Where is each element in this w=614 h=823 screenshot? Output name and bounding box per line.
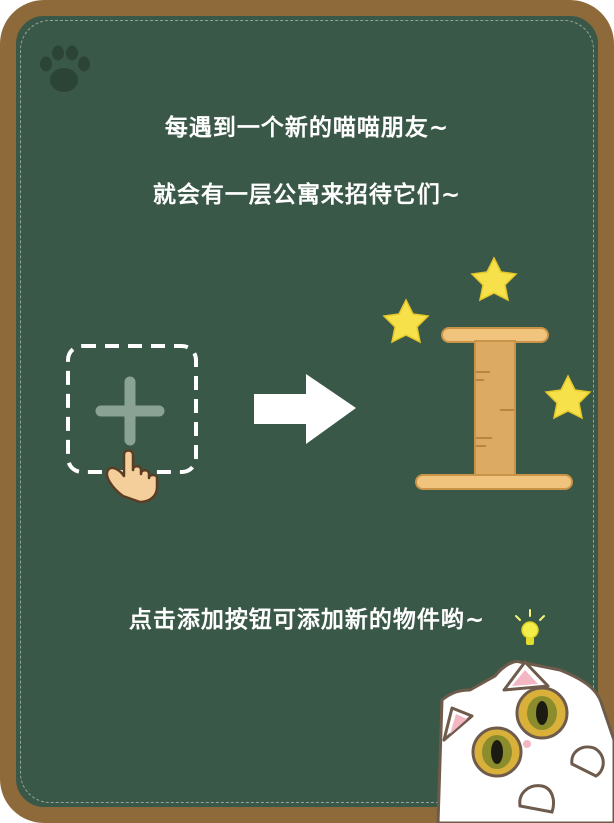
plus-icon [95,376,165,446]
star-icon [470,256,518,302]
hand-pointer-icon [105,449,159,504]
intro-text-line-2: 就会有一层公寓来招待它们~ [152,182,462,208]
star-icon [544,374,592,420]
star-icon [382,298,430,344]
hint-text: 点击添加按钮可添加新的物件哟~ [128,607,486,633]
scratching-post-icon [415,327,573,490]
paw-icon [40,45,90,92]
arrow-right-icon [254,374,356,444]
intro-text-line-1: 每遇到一个新的喵喵朋友~ [164,115,450,141]
cat-mascot [436,660,614,823]
